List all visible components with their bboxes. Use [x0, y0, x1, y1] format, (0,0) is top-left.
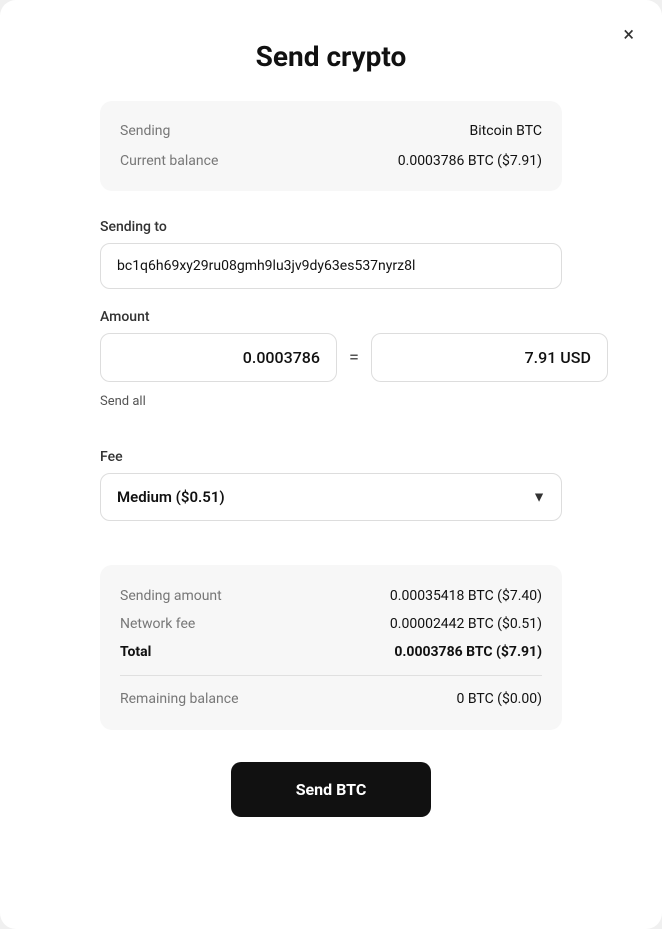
amount-section: Amount = Send all [100, 309, 562, 429]
fee-label: Fee [100, 449, 562, 465]
summary-card: Sending amount 0.00035418 BTC ($7.40) Ne… [100, 565, 562, 730]
send-all-link[interactable]: Send all [100, 394, 146, 409]
fee-select[interactable]: Slow ($0.20) Medium ($0.51) Fast ($0.90) [100, 473, 562, 521]
sending-value: Bitcoin BTC [470, 123, 542, 139]
summary-divider [120, 675, 542, 676]
modal-title: Send crypto [100, 40, 562, 73]
balance-label: Current balance [120, 153, 218, 169]
summary-sending-amount-label: Sending amount [120, 588, 222, 604]
info-card: Sending Bitcoin BTC Current balance 0.00… [100, 101, 562, 191]
sending-label: Sending [120, 123, 170, 139]
summary-row-remaining: Remaining balance 0 BTC ($0.00) [120, 686, 542, 712]
fee-select-wrapper: Slow ($0.20) Medium ($0.51) Fast ($0.90)… [100, 473, 562, 521]
balance-value: 0.0003786 BTC ($7.91) [398, 153, 542, 169]
summary-network-fee-value: 0.00002442 BTC ($0.51) [390, 616, 542, 632]
summary-total-label: Total [120, 644, 151, 660]
summary-row-network-fee: Network fee 0.00002442 BTC ($0.51) [120, 611, 542, 637]
summary-remaining-value: 0 BTC ($0.00) [457, 691, 542, 707]
info-row-sending: Sending Bitcoin BTC [120, 119, 542, 143]
usd-amount-input[interactable] [371, 333, 608, 382]
btc-amount-input[interactable] [100, 333, 337, 382]
amount-row: = [100, 333, 562, 382]
summary-row-sending-amount: Sending amount 0.00035418 BTC ($7.40) [120, 583, 542, 609]
send-crypto-modal: × Send crypto Sending Bitcoin BTC Curren… [0, 0, 662, 929]
address-input[interactable] [100, 243, 562, 289]
close-button[interactable]: × [619, 20, 638, 48]
summary-remaining-label: Remaining balance [120, 691, 239, 707]
summary-network-fee-label: Network fee [120, 616, 195, 632]
amount-label: Amount [100, 309, 562, 325]
fee-section: Fee Slow ($0.20) Medium ($0.51) Fast ($0… [100, 449, 562, 545]
send-btc-button[interactable]: Send BTC [231, 762, 431, 817]
sending-to-section: Sending to [100, 219, 562, 289]
equals-sign: = [349, 347, 359, 368]
info-row-balance: Current balance 0.0003786 BTC ($7.91) [120, 149, 542, 173]
summary-sending-amount-value: 0.00035418 BTC ($7.40) [390, 588, 542, 604]
sending-to-label: Sending to [100, 219, 562, 235]
summary-row-total: Total 0.0003786 BTC ($7.91) [120, 639, 542, 665]
summary-total-value: 0.0003786 BTC ($7.91) [394, 644, 542, 660]
